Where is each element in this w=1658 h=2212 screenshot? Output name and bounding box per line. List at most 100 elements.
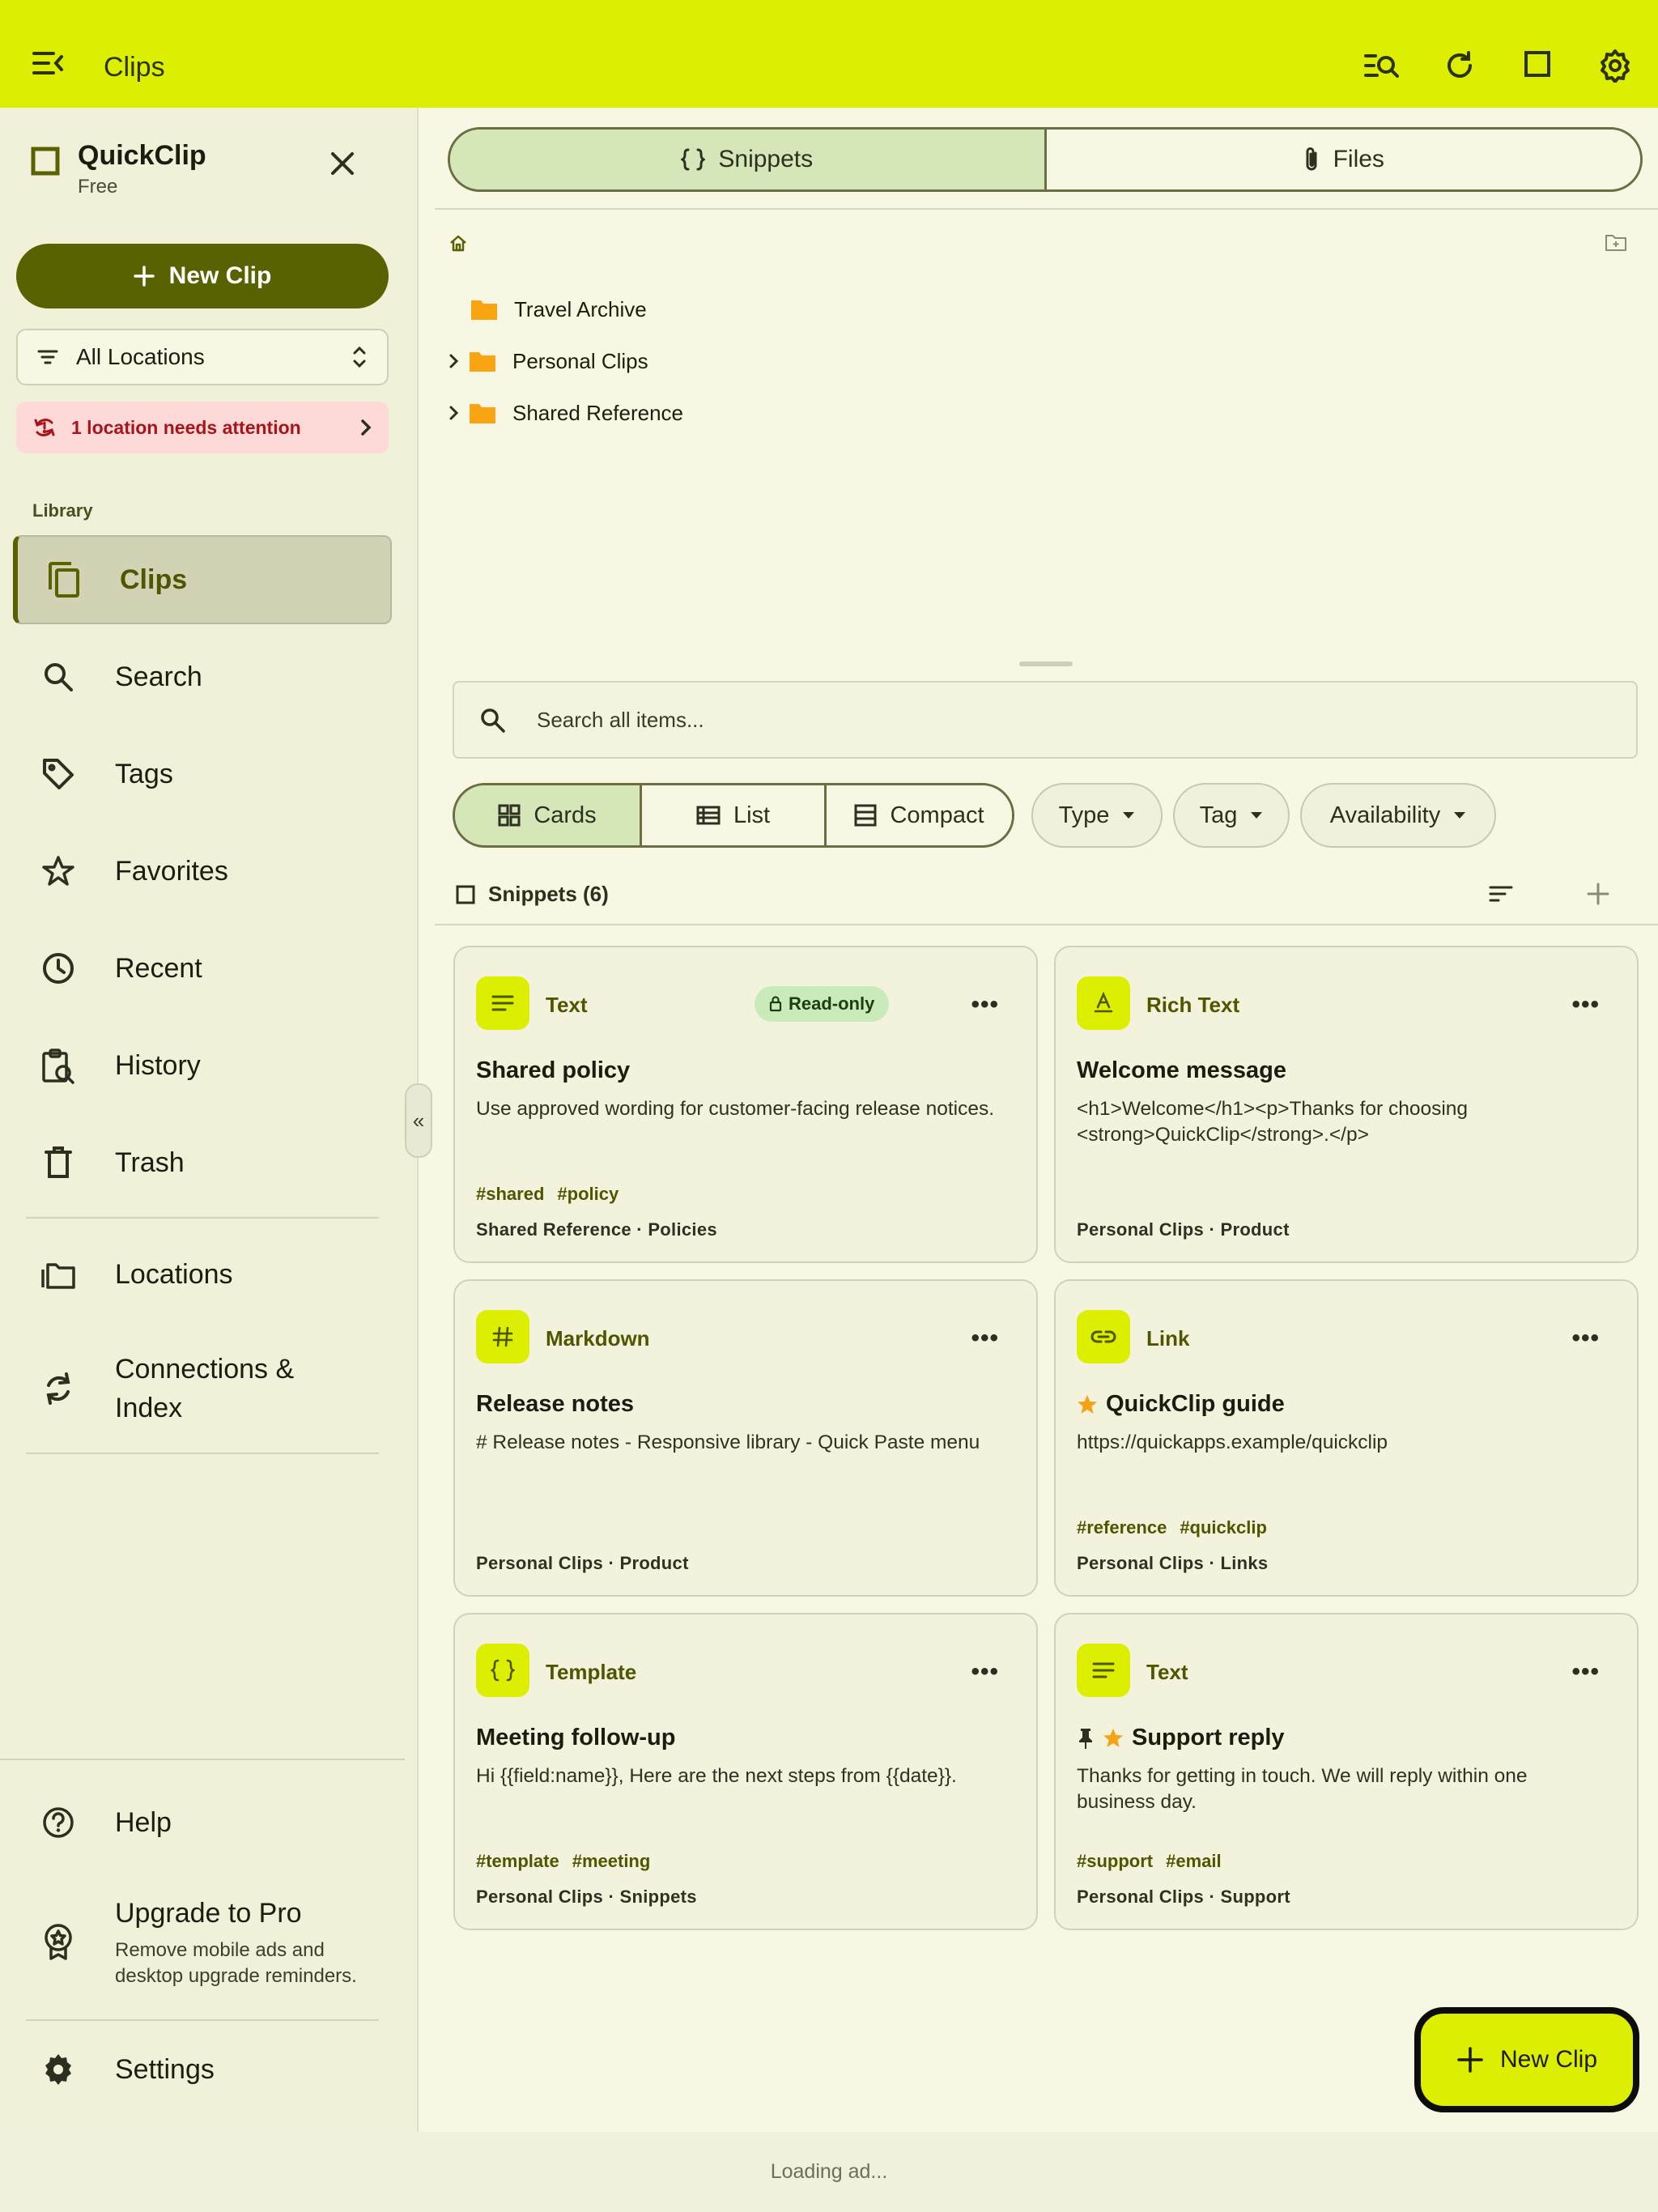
card-type: Rich Text bbox=[1146, 993, 1240, 1017]
card-title-text: Support reply bbox=[1132, 1725, 1285, 1750]
card-body: https://quickapps.example/quickclip bbox=[1077, 1431, 1388, 1453]
more-options-icon[interactable]: ••• bbox=[1571, 1658, 1600, 1686]
tag[interactable]: #policy bbox=[557, 1184, 619, 1205]
view-list[interactable]: List bbox=[640, 785, 825, 845]
braces-icon bbox=[681, 148, 706, 171]
card-body: Thanks for getting in touch. We will rep… bbox=[1077, 1765, 1528, 1813]
copy-icon bbox=[44, 560, 83, 599]
sync-problem-icon bbox=[32, 415, 57, 440]
location-attention-banner[interactable]: 1 location needs attention bbox=[16, 402, 389, 453]
chevron-right-icon[interactable] bbox=[448, 404, 461, 422]
tag[interactable]: #shared bbox=[476, 1184, 544, 1205]
home-icon[interactable] bbox=[449, 235, 467, 253]
card-title-text: Meeting follow-up bbox=[476, 1725, 676, 1750]
search-all-field[interactable] bbox=[453, 681, 1638, 759]
tag[interactable]: #meeting bbox=[572, 1851, 651, 1872]
snippet-card[interactable]: Link ••• QuickClip guide https://quickap… bbox=[1054, 1279, 1639, 1597]
card-type: Text bbox=[546, 993, 588, 1017]
card-body: Use approved wording for customer-facing… bbox=[476, 1098, 995, 1120]
tag[interactable]: #quickclip bbox=[1180, 1517, 1267, 1538]
snippet-card[interactable]: Markdown ••• Release notes # Release not… bbox=[453, 1279, 1038, 1597]
sort-icon[interactable] bbox=[1489, 885, 1513, 903]
attention-text: 1 location needs attention bbox=[71, 416, 301, 438]
card-type: Text bbox=[1146, 1660, 1188, 1684]
sidebar-item-upgrade[interactable]: Upgrade to Pro Remove mobile ads and des… bbox=[13, 1881, 392, 2002]
search-list-icon[interactable] bbox=[1363, 47, 1401, 84]
filter-availability[interactable]: Availability bbox=[1300, 783, 1496, 848]
sidebar-item-history[interactable]: History bbox=[13, 1021, 392, 1110]
folder-row-shared-reference[interactable]: Shared Reference bbox=[448, 395, 683, 431]
more-options-icon[interactable]: ••• bbox=[1571, 1325, 1600, 1352]
refresh-icon[interactable] bbox=[1441, 47, 1478, 84]
folder-icon bbox=[469, 350, 496, 372]
more-options-icon[interactable]: ••• bbox=[1571, 991, 1600, 1019]
sidebar-item-connections[interactable]: Connections & Index bbox=[13, 1338, 392, 1439]
square-icon[interactable] bbox=[1519, 47, 1556, 84]
tag[interactable]: #template bbox=[476, 1851, 559, 1872]
location-filter-value: All Locations bbox=[76, 344, 205, 369]
sidebar-item-tags[interactable]: Tags bbox=[13, 730, 392, 819]
new-clip-button[interactable]: New Clip bbox=[16, 244, 389, 308]
search-input[interactable] bbox=[537, 707, 1589, 733]
more-options-icon[interactable]: ••• bbox=[971, 991, 999, 1019]
main-content: Snippets Files Travel Archive Personal C… bbox=[420, 108, 1658, 2132]
sidebar-item-clips[interactable]: Clips bbox=[13, 535, 392, 624]
folder-icon bbox=[469, 402, 496, 424]
card-body: # Release notes - Responsive library - Q… bbox=[476, 1431, 980, 1453]
card-title: Release notes bbox=[476, 1391, 634, 1418]
folder-row-personal-clips[interactable]: Personal Clips bbox=[448, 343, 648, 379]
new-clip-fab[interactable]: New Clip bbox=[1414, 2007, 1639, 2112]
sync-icon bbox=[39, 1371, 78, 1406]
sidebar-item-label: Connections & Index bbox=[115, 1354, 295, 1423]
gear-icon[interactable] bbox=[1596, 47, 1634, 84]
dropdown-arrow-icon bbox=[1250, 811, 1263, 819]
filter-label: Type bbox=[1058, 802, 1110, 828]
pin-icon bbox=[1077, 1727, 1095, 1750]
sidebar-divider bbox=[26, 2019, 379, 2021]
snippet-card[interactable]: Template ••• Meeting follow-up Hi {{fiel… bbox=[453, 1613, 1038, 1930]
more-options-icon[interactable]: ••• bbox=[971, 1658, 999, 1686]
tag[interactable]: #support bbox=[1077, 1851, 1153, 1872]
sidebar-item-locations[interactable]: Locations bbox=[13, 1230, 392, 1319]
read-only-badge: Read-only bbox=[755, 986, 890, 1022]
more-options-icon[interactable]: ••• bbox=[971, 1325, 999, 1352]
view-compact[interactable]: Compact bbox=[824, 785, 1012, 845]
snippet-card[interactable]: Text ••• Support reply Thanks for gettin… bbox=[1054, 1613, 1639, 1930]
close-icon[interactable] bbox=[329, 150, 356, 177]
sidebar: QuickClip Free New Clip All Locations 1 … bbox=[0, 108, 419, 2132]
sidebar-item-search[interactable]: Search bbox=[13, 632, 392, 721]
menu-open-icon[interactable] bbox=[32, 50, 65, 76]
upgrade-title: Upgrade to Pro bbox=[115, 1898, 302, 1929]
card-title: Welcome message bbox=[1077, 1057, 1286, 1084]
snippet-card[interactable]: Rich Text ••• Welcome message <h1>Welcom… bbox=[1054, 946, 1639, 1263]
filter-type[interactable]: Type bbox=[1031, 783, 1163, 848]
sidebar-item-label: Settings bbox=[115, 2054, 215, 2085]
checkbox-icon[interactable] bbox=[456, 885, 475, 904]
chevron-right-icon[interactable] bbox=[448, 352, 461, 370]
tag[interactable]: #reference bbox=[1077, 1517, 1167, 1538]
view-cards[interactable]: Cards bbox=[455, 785, 640, 845]
sidebar-item-settings[interactable]: Settings bbox=[13, 2025, 392, 2114]
tab-files[interactable]: Files bbox=[1044, 130, 1640, 189]
sidebar-item-label: Clips bbox=[120, 564, 188, 595]
text-type-icon bbox=[476, 976, 529, 1030]
resize-drag-handle[interactable] bbox=[1019, 661, 1073, 666]
location-filter-select[interactable]: All Locations bbox=[16, 329, 389, 385]
add-icon[interactable] bbox=[1586, 882, 1610, 906]
dropdown-arrow-icon bbox=[1122, 811, 1135, 819]
filter-tag[interactable]: Tag bbox=[1173, 783, 1290, 848]
card-tags: #reference #quickclip bbox=[1077, 1517, 1267, 1538]
sidebar-item-recent[interactable]: Recent bbox=[13, 924, 392, 1013]
card-title: Meeting follow-up bbox=[476, 1725, 675, 1751]
folder-row-travel-archive[interactable]: Travel Archive bbox=[470, 291, 647, 327]
tag[interactable]: #email bbox=[1166, 1851, 1222, 1872]
favorite-star-icon bbox=[1077, 1394, 1098, 1415]
new-folder-icon[interactable] bbox=[1605, 233, 1627, 253]
sidebar-item-favorites[interactable]: Favorites bbox=[13, 827, 392, 916]
tab-label: Snippets bbox=[718, 146, 814, 172]
sidebar-item-help[interactable]: Help bbox=[13, 1778, 392, 1867]
snippet-card[interactable]: Text Read-only ••• Shared policy Use app… bbox=[453, 946, 1038, 1263]
app-name: QuickClip bbox=[78, 140, 206, 171]
sidebar-item-trash[interactable]: Trash bbox=[13, 1118, 392, 1207]
tab-snippets[interactable]: Snippets bbox=[450, 130, 1044, 189]
